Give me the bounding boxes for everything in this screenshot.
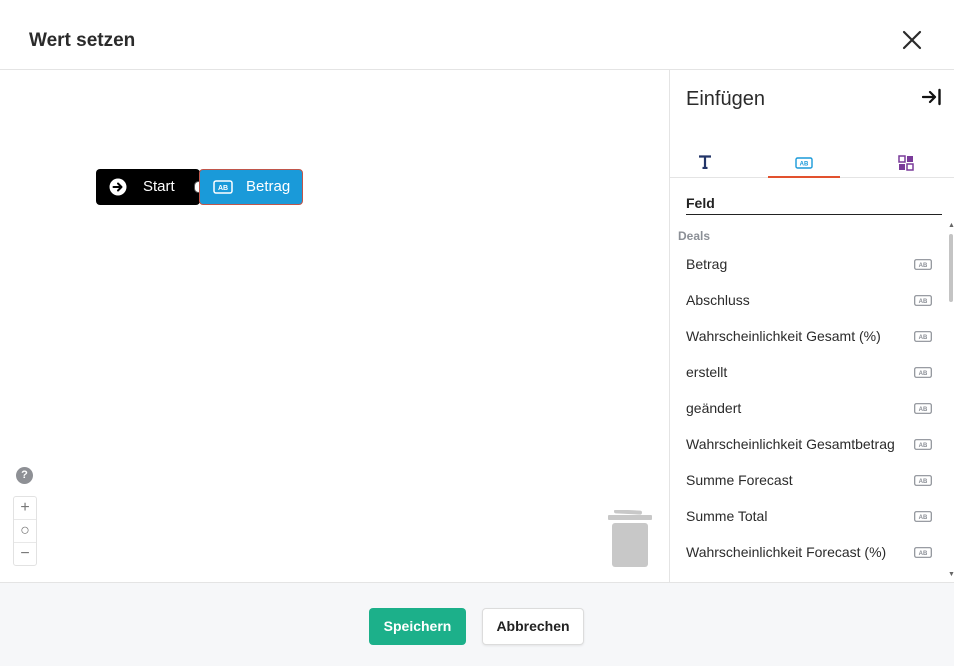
zoom-reset-button[interactable]: ○: [14, 520, 36, 543]
group-label-deals: Deals: [678, 229, 711, 243]
close-icon[interactable]: [900, 28, 924, 52]
start-block[interactable]: Start: [96, 169, 203, 205]
list-item[interactable]: Wahrscheinlichkeit Forecast (%) AB: [670, 534, 946, 570]
list-item-label: Wahrscheinlichkeit Gesamtbetrag: [686, 436, 895, 452]
list-item[interactable]: Betrag AB: [670, 246, 946, 282]
list-item[interactable]: Summe Forecast AB: [670, 462, 946, 498]
svg-text:AB: AB: [919, 263, 928, 269]
zoom-out-button[interactable]: −: [14, 543, 36, 566]
text-field-icon: AB: [914, 439, 932, 450]
text-field-icon: AB: [213, 180, 233, 194]
text-field-icon: AB: [914, 547, 932, 558]
zoom-controls: + ○ −: [13, 496, 37, 566]
text-field-icon: AB: [914, 403, 932, 414]
field-search[interactable]: Feld: [686, 195, 942, 215]
functions-grid-icon: [898, 155, 914, 171]
panel-title: Einfügen: [686, 88, 765, 110]
list-item[interactable]: Summe Total AB: [670, 498, 946, 534]
list-scrollbar[interactable]: ▲ ▼: [948, 222, 954, 582]
svg-text:AB: AB: [919, 515, 928, 521]
field-list: Betrag AB Abschluss AB Wahrscheinlichkei…: [670, 246, 946, 582]
list-item-label: erstellt: [686, 364, 728, 380]
list-item-label: Wahrscheinlichkeit Forecast (%): [686, 544, 887, 560]
list-item[interactable]: Abschluss AB: [670, 282, 946, 318]
list-item[interactable]: Wahrscheinlichkeit Gesamt (%) AB: [670, 318, 946, 354]
scroll-up-icon[interactable]: ▲: [948, 222, 954, 229]
list-item-label: Summe Forecast: [686, 472, 793, 488]
arrow-circle-right-icon: [109, 178, 127, 196]
list-item-label: Summe Total: [686, 508, 768, 524]
save-button[interactable]: Speichern: [369, 608, 466, 645]
text-field-icon: AB: [914, 295, 932, 306]
tab-field[interactable]: AB: [768, 150, 840, 178]
text-field-icon: AB: [795, 157, 813, 169]
workspace-canvas[interactable]: Start AB Betrag ? + ○ −: [0, 70, 669, 582]
list-item[interactable]: geändert AB: [670, 390, 946, 426]
help-icon[interactable]: ?: [16, 467, 33, 484]
trash-icon[interactable]: [608, 510, 652, 568]
cancel-button[interactable]: Abbrechen: [482, 608, 584, 645]
insert-panel: Einfügen AB Feld Deals Betrag AB Abschlu…: [669, 70, 954, 582]
svg-text:AB: AB: [218, 185, 228, 192]
svg-text:AB: AB: [919, 371, 928, 377]
dialog-header: Wert setzen: [0, 0, 954, 70]
start-block-label: Start: [143, 178, 175, 195]
tab-functions[interactable]: [870, 150, 942, 178]
svg-text:AB: AB: [800, 162, 809, 168]
list-item-label: Betrag: [686, 256, 728, 272]
list-item-label: Wahrscheinlichkeit Gesamt (%): [686, 328, 881, 344]
zoom-in-button[interactable]: +: [14, 497, 36, 520]
svg-text:AB: AB: [919, 407, 928, 413]
dialog-title: Wert setzen: [29, 30, 136, 51]
svg-text:AB: AB: [919, 479, 928, 485]
text-field-icon: AB: [914, 259, 932, 270]
field-block-label: Betrag: [246, 178, 291, 195]
list-item[interactable]: Wahrscheinlichkeit Gesamtbetrag AB: [670, 426, 946, 462]
svg-text:AB: AB: [919, 335, 928, 341]
dialog-footer: Speichern Abbrechen: [0, 582, 954, 666]
list-item-label: geändert: [686, 400, 742, 416]
svg-text:AB: AB: [919, 443, 928, 449]
field-block[interactable]: AB Betrag: [199, 169, 303, 205]
scroll-down-icon[interactable]: ▼: [948, 571, 954, 578]
insert-tabs: AB: [670, 150, 954, 178]
svg-text:AB: AB: [919, 299, 928, 305]
tab-text[interactable]: [670, 150, 742, 178]
text-field-icon: AB: [914, 331, 932, 342]
text-t-icon: [699, 155, 711, 169]
text-field-icon: AB: [914, 511, 932, 522]
list-item-label: Abschluss: [686, 292, 750, 308]
scrollbar-thumb[interactable]: [949, 234, 953, 302]
list-item[interactable]: erstellt AB: [670, 354, 946, 390]
text-field-icon: AB: [914, 367, 932, 378]
set-value-dialog: Wert setzen Start AB Betrag ? + ○ − Einf…: [0, 0, 954, 666]
text-field-icon: AB: [914, 475, 932, 486]
collapse-panel-icon[interactable]: [922, 88, 942, 106]
svg-text:AB: AB: [919, 551, 928, 557]
